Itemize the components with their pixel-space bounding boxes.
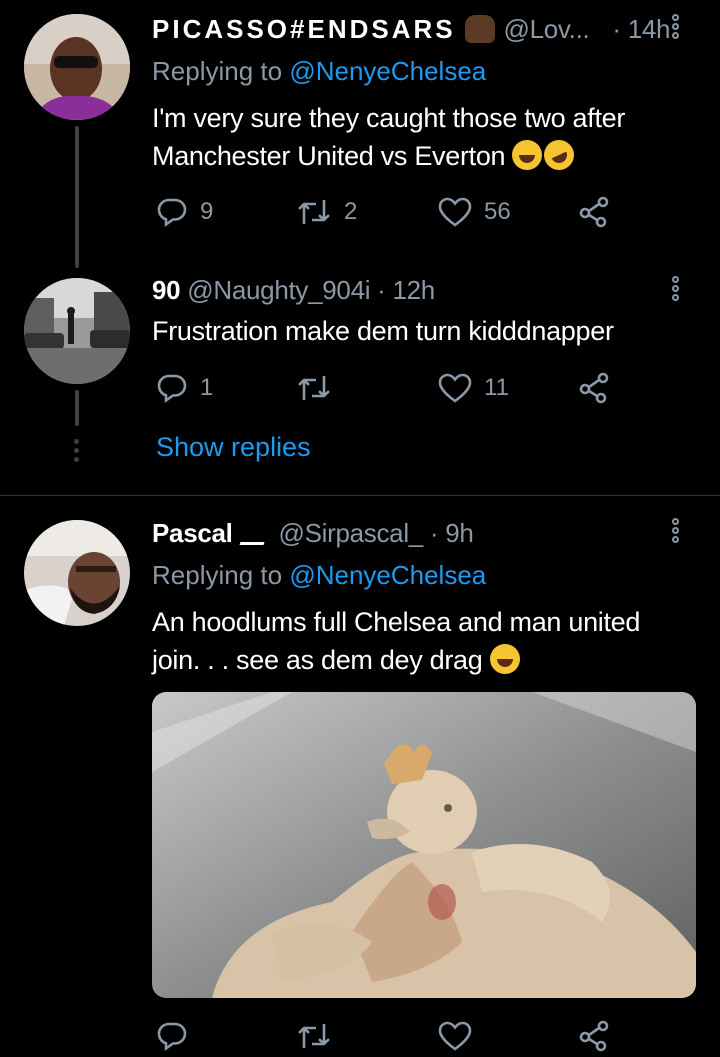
tweet-3-header: Pascal @Sirpascal_ · 9h (152, 518, 474, 549)
retweet-icon (298, 376, 330, 400)
thread-dot (74, 448, 79, 453)
timestamp[interactable]: · 12h (377, 275, 435, 305)
share-button[interactable] (578, 1020, 610, 1052)
tweet-text-line: Manchester United vs Everton (152, 135, 625, 175)
avatar-pascal-image (24, 520, 130, 626)
timestamp[interactable]: · 9h (430, 518, 474, 548)
replying-prefix: Replying to (152, 560, 283, 590)
tweet-2-text: Frustration make dem turn kidddnapper (152, 316, 614, 346)
display-name[interactable]: PICASSO#ENDSARS (152, 14, 456, 44)
thread-dot (74, 439, 79, 444)
reply-icon (157, 374, 187, 404)
tweet-text-line: join. . . see as dem dey drag (152, 641, 640, 679)
replying-to: Replying to @NenyeChelsea (152, 560, 486, 591)
tweet-text-line: I'm very sure they caught those two afte… (152, 103, 626, 133)
display-name[interactable]: 90 (152, 275, 181, 305)
tweet-1-text: I'm very sure they caught those two afte… (152, 99, 625, 175)
timestamp[interactable]: · 14h (612, 14, 670, 44)
tweet-text-line: An hoodlums full Chelsea and man united (152, 607, 641, 637)
reply-icon (157, 1022, 187, 1052)
share-button[interactable] (578, 196, 610, 228)
rofl-emoji (539, 135, 580, 175)
more-options-icon[interactable] (672, 276, 684, 303)
user-handle[interactable]: @Naughty_904i (187, 275, 370, 305)
reply-icon (157, 198, 187, 228)
laughing-emoji (489, 644, 520, 674)
share-icon (579, 1020, 609, 1052)
avatar-naughty[interactable] (24, 278, 130, 384)
more-options-icon[interactable] (672, 518, 684, 545)
avatar-picasso[interactable] (24, 14, 130, 120)
reply-button[interactable]: 9 (156, 196, 213, 228)
user-handle[interactable]: @Lov... (504, 14, 590, 44)
share-icon (579, 196, 609, 228)
tweet-media-image[interactable] (152, 692, 696, 998)
replying-to: Replying to @NenyeChelsea (152, 56, 486, 87)
mention-link[interactable]: @NenyeChelsea (289, 560, 486, 590)
reply-button[interactable]: 1 (156, 372, 213, 404)
tweet-text-segment: join. . . see as dem dey drag (152, 645, 483, 675)
user-handle[interactable]: @Sirpascal_ (278, 518, 423, 548)
more-options-icon[interactable] (672, 14, 684, 41)
like-icon (438, 197, 472, 227)
tweet-2-header: 90 @Naughty_904i · 12h (152, 275, 435, 306)
display-name[interactable]: Pascal (152, 518, 233, 548)
avatar-naughty-image (24, 278, 130, 384)
fist-emoji (464, 15, 495, 43)
retweet-button[interactable] (296, 1020, 332, 1052)
avatar-pascal[interactable] (24, 520, 130, 626)
tweet-3-text: An hoodlums full Chelsea and man united … (152, 603, 640, 679)
like-button[interactable] (438, 1020, 472, 1052)
divider (0, 495, 720, 496)
avatar-picasso-image (24, 14, 130, 120)
share-button[interactable] (578, 372, 610, 404)
reply-count: 1 (200, 374, 214, 401)
like-button[interactable]: 56 (438, 196, 511, 228)
mention-link[interactable]: @NenyeChelsea (289, 56, 486, 86)
tweet-text-segment: Manchester United vs Everton (152, 141, 506, 171)
thread-dot (74, 457, 79, 462)
retweet-count: 2 (344, 198, 358, 225)
share-icon (579, 372, 609, 404)
retweet-icon (298, 1024, 330, 1048)
like-count: 11 (484, 374, 509, 401)
reply-button[interactable] (156, 1020, 188, 1052)
tweet-1-header: PICASSO#ENDSARS @Lov... · 14h (152, 14, 670, 45)
thread-line (75, 126, 79, 268)
like-button[interactable]: 11 (438, 372, 509, 404)
like-icon (438, 1021, 472, 1051)
reply-count: 9 (200, 198, 214, 225)
retweet-icon (298, 200, 330, 224)
laughing-emoji (512, 140, 543, 170)
like-icon (438, 373, 472, 403)
like-count: 56 (484, 198, 511, 225)
retweet-button[interactable]: 2 (296, 196, 357, 228)
show-replies-link[interactable]: Show replies (156, 432, 311, 463)
retweet-button[interactable] (296, 372, 332, 404)
chicken-photo (152, 692, 696, 998)
thread-line (75, 390, 79, 426)
writing-hand-emoji (238, 520, 273, 545)
replying-prefix: Replying to (152, 56, 283, 86)
